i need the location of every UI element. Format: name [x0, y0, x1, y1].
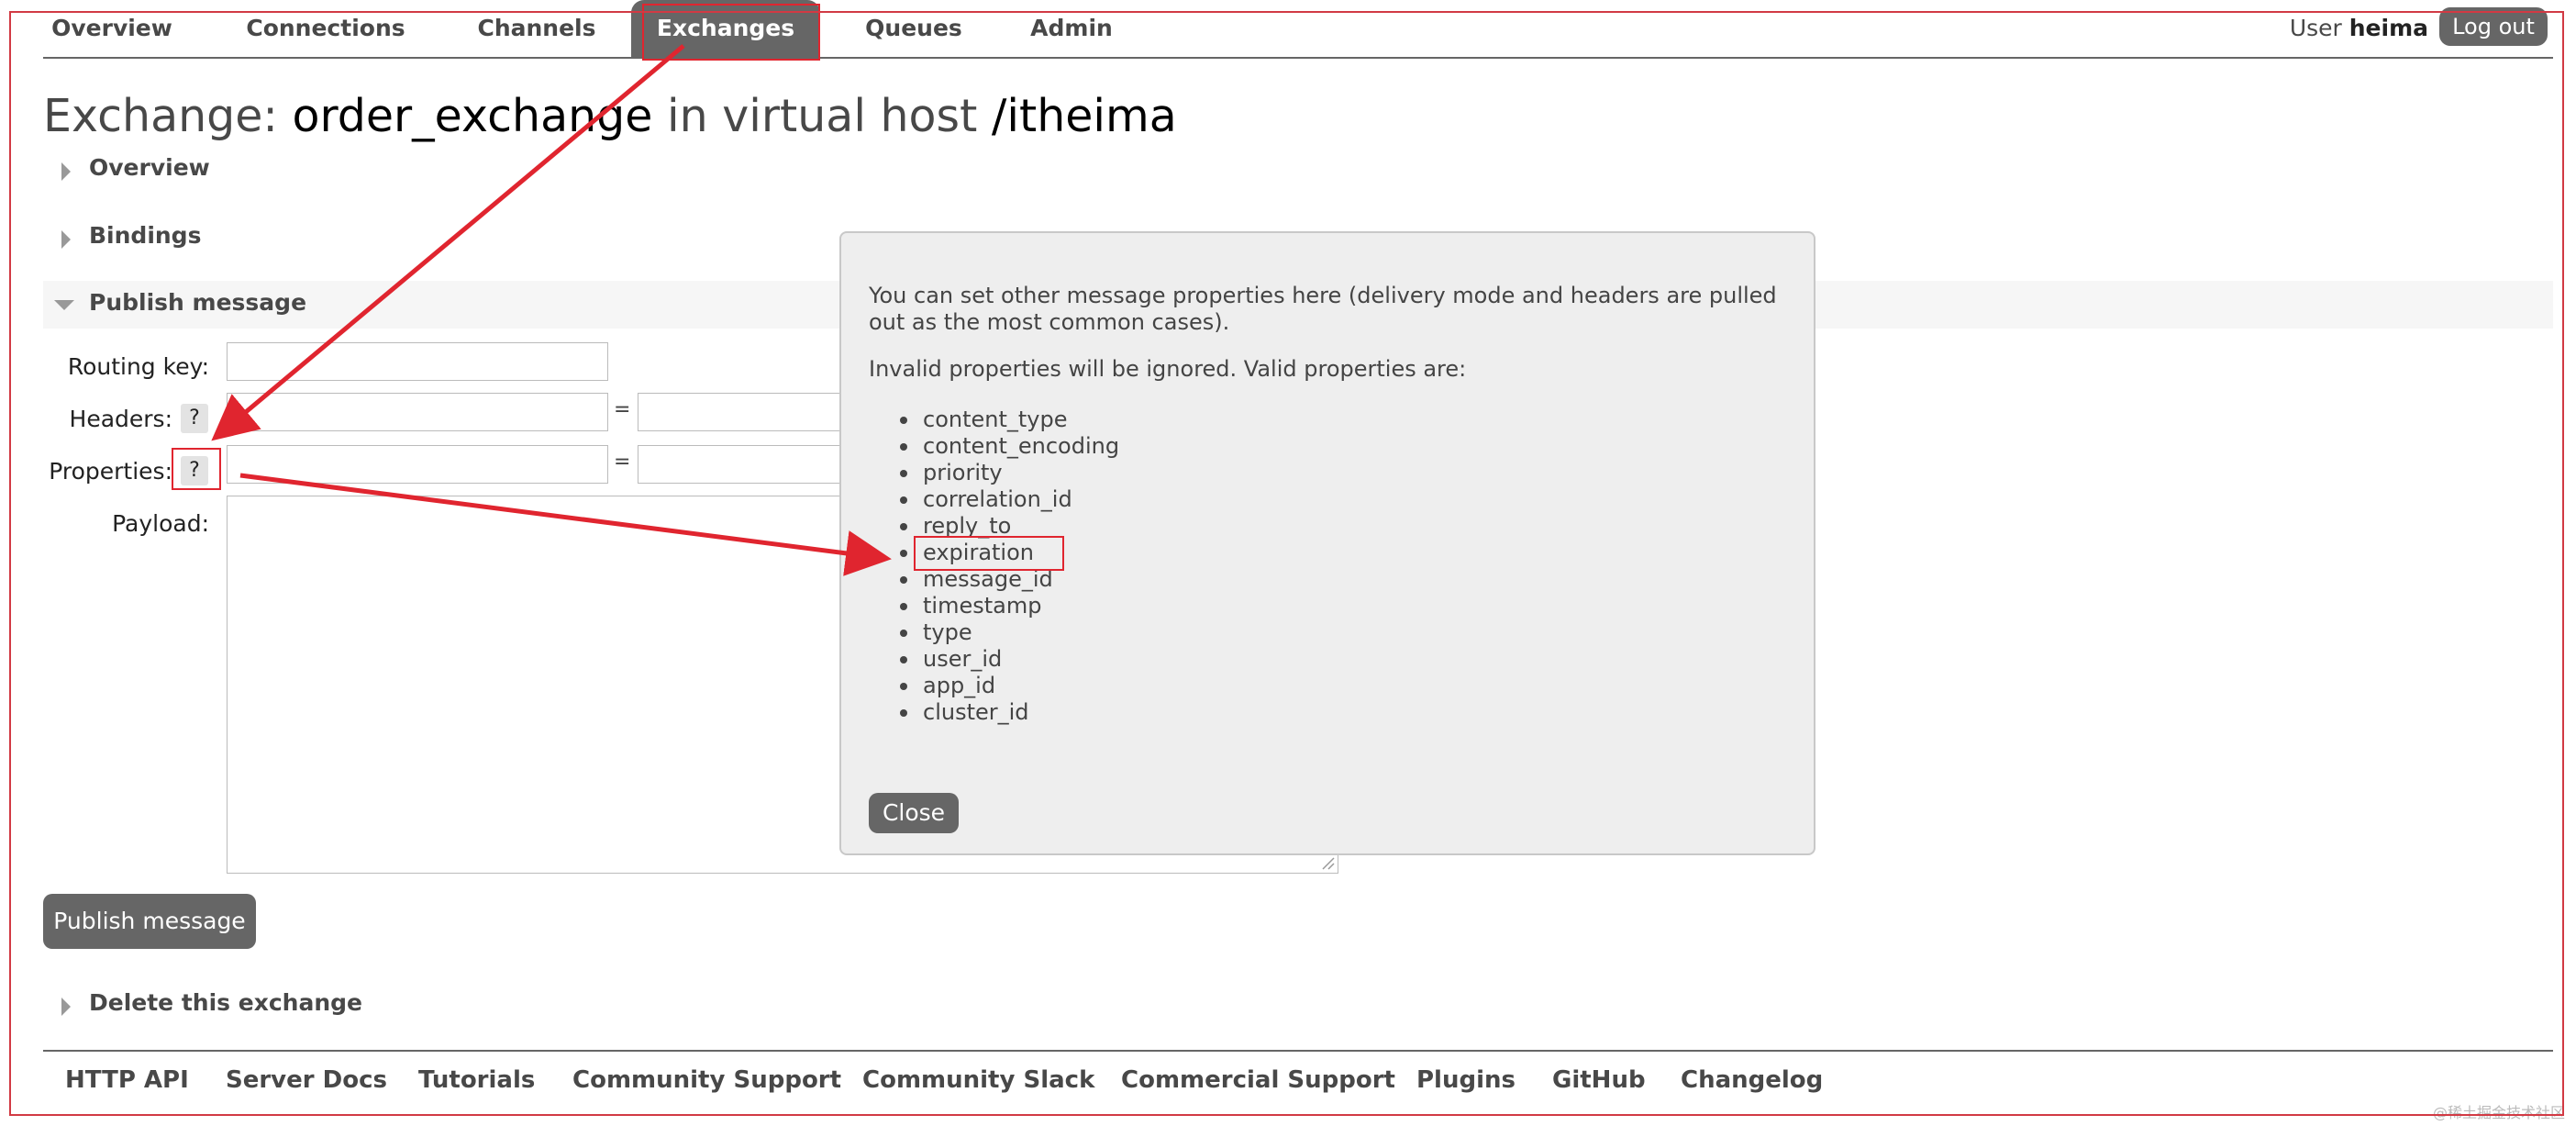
bullet-icon [900, 683, 907, 690]
section-bindings-label: Bindings [89, 222, 202, 249]
popup-intro-text: You can set other message properties her… [869, 283, 1777, 335]
section-overview[interactable]: Overview [43, 149, 2553, 195]
routing-key-input[interactable] [227, 342, 608, 381]
annotation-box-properties-help [172, 448, 221, 490]
property-key-input[interactable] [227, 445, 608, 484]
user-name: heima [2348, 15, 2428, 41]
footer-link-github[interactable]: GitHub [1552, 1066, 1646, 1094]
footer-link-server-docs[interactable]: Server Docs [226, 1066, 387, 1094]
bullet-icon [900, 709, 907, 717]
bullet-icon [900, 630, 907, 637]
headers-label: Headers: [69, 406, 172, 432]
vhost-name: /itheima [991, 90, 1177, 142]
top-nav: Overview Connections Channels Exchanges … [43, 0, 2553, 59]
bullet-icon [900, 656, 907, 663]
list-item: cluster_id [900, 699, 1119, 726]
footer-link-http-api[interactable]: HTTP API [65, 1066, 189, 1094]
bullet-icon [900, 523, 907, 530]
routing-key-label: Routing key: [67, 353, 209, 380]
list-item: type [900, 619, 1119, 646]
headers-equals: = [614, 398, 631, 421]
header-key-input[interactable] [227, 393, 608, 431]
properties-label: Properties: [49, 458, 172, 485]
property-value-input[interactable] [638, 445, 841, 484]
section-delete-label: Delete this exchange [89, 989, 362, 1016]
footer-link-commercial-support[interactable]: Commercial Support [1121, 1066, 1395, 1094]
section-publish-label: Publish message [89, 289, 307, 316]
expand-triangle-icon [61, 230, 71, 249]
expand-triangle-icon [61, 998, 71, 1016]
payload-label: Payload: [112, 510, 209, 537]
popup-invalid-note: Invalid properties will be ignored. Vali… [869, 356, 1467, 382]
header-value-input[interactable] [638, 393, 841, 431]
annotation-box-exchanges-tab [642, 4, 820, 61]
bullet-icon [900, 576, 907, 584]
bullet-icon [900, 417, 907, 424]
annotation-box-expiration [914, 536, 1064, 571]
logout-button[interactable]: Log out [2439, 7, 2548, 46]
resize-grip-icon[interactable] [1320, 855, 1335, 870]
collapse-triangle-icon [54, 300, 74, 310]
expand-triangle-icon [61, 162, 71, 181]
title-prefix: Exchange: [43, 90, 278, 142]
bullet-icon [900, 496, 907, 504]
footer-link-community-support[interactable]: Community Support [572, 1066, 841, 1094]
footer-link-changelog[interactable]: Changelog [1681, 1066, 1823, 1094]
tab-overview[interactable]: Overview [43, 0, 181, 57]
list-item: correlation_id [900, 486, 1119, 513]
headers-help-button[interactable]: ? [181, 404, 208, 433]
bullet-icon [900, 550, 907, 557]
user-prefix: User [2289, 15, 2342, 41]
watermark: @稀土掘金技术社区 [2432, 1104, 2565, 1121]
tab-connections[interactable]: Connections [239, 0, 413, 57]
bullet-icon [900, 603, 907, 610]
user-info: User heima [2290, 0, 2428, 57]
title-mid: in virtual host [667, 90, 978, 142]
tab-admin[interactable]: Admin [1011, 0, 1132, 57]
popup-close-button[interactable]: Close [869, 793, 959, 833]
list-item: user_id [900, 646, 1119, 673]
bullet-icon [900, 470, 907, 477]
publish-message-button[interactable]: Publish message [43, 894, 256, 949]
rabbitmq-management-page: Overview Connections Channels Exchanges … [0, 0, 2576, 1126]
properties-equals: = [614, 451, 631, 474]
list-item: timestamp [900, 593, 1119, 619]
list-item: content_encoding [900, 433, 1119, 460]
tab-queues[interactable]: Queues [847, 0, 981, 57]
footer: HTTP API Server Docs Tutorials Community… [43, 1050, 2553, 1094]
footer-link-community-slack[interactable]: Community Slack [862, 1066, 1094, 1094]
footer-link-plugins[interactable]: Plugins [1416, 1066, 1516, 1094]
section-delete-exchange[interactable]: Delete this exchange [43, 984, 2553, 1030]
exchange-name: order_exchange [292, 90, 653, 142]
bullet-icon [900, 443, 907, 451]
list-item: content_type [900, 407, 1119, 433]
footer-link-tutorials[interactable]: Tutorials [418, 1066, 535, 1094]
list-item: priority [900, 460, 1119, 486]
list-item: app_id [900, 673, 1119, 699]
section-overview-label: Overview [89, 154, 210, 181]
page-title: Exchange: order_exchange in virtual host… [43, 90, 1177, 142]
tab-channels[interactable]: Channels [463, 0, 610, 57]
